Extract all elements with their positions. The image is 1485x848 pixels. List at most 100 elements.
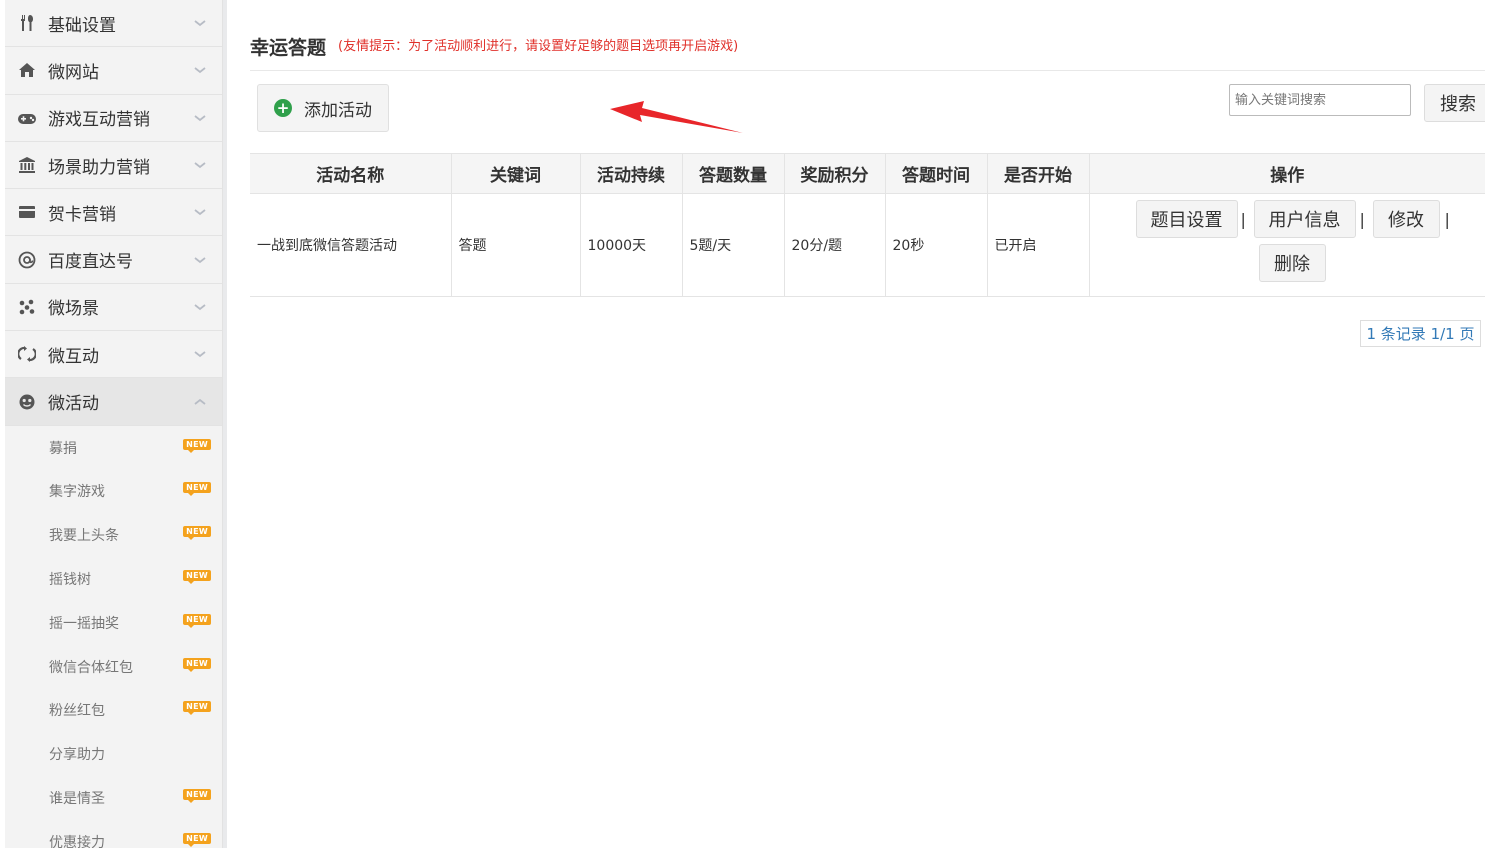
table-header-row: 活动名称 关键词 活动持续 答题数量 奖励积分 答题时间 是否开始 操作 bbox=[250, 153, 1485, 194]
chevron-down-icon bbox=[194, 20, 206, 27]
chevron-down-icon bbox=[194, 115, 206, 121]
column-header: 活动名称 bbox=[250, 153, 452, 194]
sidebar-item-micro-interaction[interactable]: 微互动 bbox=[5, 331, 222, 379]
action-separator: | bbox=[1444, 210, 1450, 229]
cell-duration: 10000天 bbox=[580, 193, 683, 297]
cell-keyword: 答题 bbox=[451, 193, 581, 297]
submenu-label: 我要上头条 bbox=[49, 528, 119, 545]
sidebar-item-label: 贺卡营销 bbox=[48, 204, 116, 225]
new-badge: NEW bbox=[183, 832, 211, 847]
column-header: 活动持续 bbox=[580, 153, 683, 194]
gamepad-icon bbox=[17, 108, 37, 128]
question-settings-button[interactable]: 题目设置 bbox=[1135, 200, 1238, 238]
cell-actions: 题目设置 | 用户信息 | 修改 | 删除 bbox=[1089, 193, 1485, 297]
activity-icon bbox=[17, 392, 37, 412]
submenu-label: 集字游戏 bbox=[49, 484, 105, 501]
new-badge: NEW bbox=[183, 438, 211, 453]
action-separator: | bbox=[1240, 210, 1246, 229]
page-tip: (友情提示：为了活动顺利进行，请设置好足够的题目选项再开启游戏) bbox=[338, 39, 739, 54]
activity-table: 活动名称 关键词 活动持续 答题数量 奖励积分 答题时间 是否开始 操作 一战到… bbox=[250, 153, 1485, 297]
sidebar-item-label: 场景助力营销 bbox=[48, 157, 150, 178]
submenu-label: 摇钱树 bbox=[49, 571, 91, 588]
sidebar-item-scene-boost[interactable]: 场景助力营销 bbox=[5, 142, 222, 190]
chevron-down-icon bbox=[194, 304, 206, 311]
sidebar-item-baidu-direct[interactable]: 百度直达号 bbox=[5, 236, 222, 284]
submenu-label: 分享助力 bbox=[49, 747, 105, 764]
submenu-item-headline[interactable]: 我要上头条 NEW bbox=[5, 513, 222, 557]
page-header: 幸运答题 (友情提示：为了活动顺利进行，请设置好足够的题目选项再开启游戏) bbox=[250, 30, 1485, 71]
submenu-item-share-boost[interactable]: 分享助力 bbox=[5, 732, 222, 776]
sidebar-scroll-edge bbox=[223, 0, 227, 848]
sidebar-item-microsite[interactable]: 微网站 bbox=[5, 47, 222, 95]
submenu-item-love-saint[interactable]: 谁是情圣 NEW bbox=[5, 776, 222, 820]
pagination-info: 1 条记录 1/1 页 bbox=[1360, 320, 1481, 347]
submenu-label: 粉丝红包 bbox=[49, 703, 105, 720]
sidebar-item-micro-scenes[interactable]: 微场景 bbox=[5, 284, 222, 332]
search-input[interactable] bbox=[1229, 84, 1411, 116]
sidebar: 基础设置 微网站 游戏互动营销 场景助力营销 贺卡营销 百度直达号 微场景 微互… bbox=[5, 0, 223, 848]
cell-started: 已开启 bbox=[987, 193, 1090, 297]
edit-button[interactable]: 修改 bbox=[1372, 200, 1440, 238]
submenu-label: 摇一摇抽奖 bbox=[49, 615, 119, 632]
new-badge: NEW bbox=[183, 657, 211, 672]
interact-icon bbox=[17, 344, 37, 364]
new-badge: NEW bbox=[183, 789, 211, 804]
at-icon bbox=[17, 250, 37, 270]
table-row: 一战到底微信答题活动 答题 10000天 5题/天 20分/题 20秒 已开启 … bbox=[250, 193, 1485, 297]
sidebar-item-label: 基础设置 bbox=[48, 15, 116, 36]
add-activity-button[interactable]: + 添加活动 bbox=[257, 84, 389, 132]
bank-icon bbox=[17, 155, 37, 175]
sidebar-item-label: 微场景 bbox=[48, 299, 99, 320]
cell-answer-time: 20秒 bbox=[885, 193, 988, 297]
new-badge: NEW bbox=[183, 526, 211, 541]
search-button[interactable]: 搜索 bbox=[1424, 84, 1485, 122]
new-badge: NEW bbox=[183, 701, 211, 716]
column-header: 答题数量 bbox=[682, 153, 785, 194]
submenu-item-money-tree[interactable]: 摇钱树 NEW bbox=[5, 557, 222, 601]
new-badge: NEW bbox=[183, 613, 211, 628]
home-icon bbox=[17, 60, 37, 80]
tools-icon bbox=[17, 13, 37, 33]
action-separator: | bbox=[1359, 210, 1365, 229]
submenu-item-combined-red-packet[interactable]: 微信合体红包 NEW bbox=[5, 645, 222, 689]
submenu-label: 微信合体红包 bbox=[49, 659, 133, 676]
add-activity-label: 添加活动 bbox=[304, 100, 372, 121]
cell-activity-name: 一战到底微信答题活动 bbox=[250, 193, 452, 297]
column-header: 操作 bbox=[1089, 153, 1485, 194]
cell-reward-points: 20分/题 bbox=[784, 193, 886, 297]
submenu-item-coupon-relay[interactable]: 优惠接力 NEW bbox=[5, 820, 222, 848]
chevron-down-icon bbox=[194, 209, 206, 216]
delete-button[interactable]: 删除 bbox=[1258, 244, 1326, 282]
column-header: 答题时间 bbox=[885, 153, 988, 194]
column-header: 奖励积分 bbox=[784, 153, 886, 194]
chevron-down-icon bbox=[194, 351, 206, 358]
sidebar-item-label: 微互动 bbox=[48, 346, 99, 367]
plus-circle-icon: + bbox=[274, 99, 292, 117]
cell-question-count: 5题/天 bbox=[682, 193, 785, 297]
sidebar-item-greeting-cards[interactable]: 贺卡营销 bbox=[5, 189, 222, 237]
page-title: 幸运答题 bbox=[250, 37, 327, 59]
submenu-item-shake-lottery[interactable]: 摇一摇抽奖 NEW bbox=[5, 601, 222, 645]
sidebar-item-basic-settings[interactable]: 基础设置 bbox=[5, 0, 222, 48]
new-badge: NEW bbox=[183, 570, 211, 585]
submenu-label: 谁是情圣 bbox=[49, 790, 105, 807]
submenu-item-word-collect[interactable]: 集字游戏 NEW bbox=[5, 469, 222, 513]
sidebar-item-label: 微活动 bbox=[48, 394, 99, 415]
new-badge: NEW bbox=[183, 482, 211, 497]
sidebar-item-micro-activities[interactable]: 微活动 bbox=[5, 378, 222, 426]
column-header: 是否开始 bbox=[987, 153, 1090, 194]
submenu-label: 募捐 bbox=[49, 440, 77, 457]
chevron-down-icon bbox=[194, 256, 206, 263]
scenes-icon bbox=[17, 297, 37, 317]
sidebar-item-label: 游戏互动营销 bbox=[48, 110, 150, 131]
submenu-item-donation[interactable]: 募捐 NEW bbox=[5, 426, 222, 470]
sidebar-item-label: 微网站 bbox=[48, 62, 99, 83]
chevron-up-icon bbox=[194, 398, 206, 405]
sidebar-item-game-marketing[interactable]: 游戏互动营销 bbox=[5, 95, 222, 142]
card-icon bbox=[17, 202, 37, 222]
user-info-button[interactable]: 用户信息 bbox=[1253, 200, 1356, 238]
sidebar-item-label: 百度直达号 bbox=[48, 252, 133, 273]
submenu-item-fan-red-packet[interactable]: 粉丝红包 NEW bbox=[5, 688, 222, 732]
submenu-label: 优惠接力 bbox=[49, 834, 105, 848]
annotation-arrow-icon bbox=[610, 101, 743, 133]
